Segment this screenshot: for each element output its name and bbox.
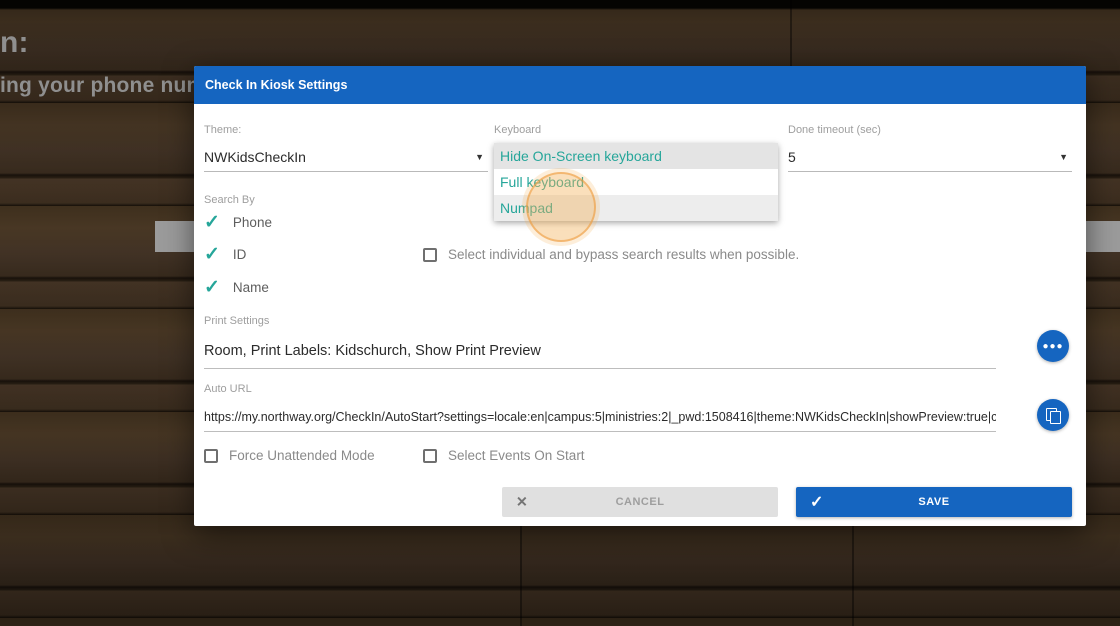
done-timeout-value: 5 (788, 148, 796, 165)
print-settings-row[interactable]: Room, Print Labels: Kidschurch, Show Pri… (204, 333, 996, 369)
print-settings-label: Print Settings (204, 315, 270, 327)
auto-url-value: https://my.northway.org/CheckIn/AutoStar… (204, 410, 996, 424)
keyboard-dropdown: Hide On-Screen keyboard Full keyboard Nu… (494, 143, 778, 221)
caret-down-icon: ▼ (475, 152, 484, 162)
done-timeout-label: Done timeout (sec) (788, 124, 881, 136)
cancel-button-label: CANCEL (615, 496, 665, 508)
auto-url-label: Auto URL (204, 383, 252, 395)
force-unattended-checkbox-row[interactable]: Force Unattended Mode (204, 448, 375, 463)
force-unattended-label: Force Unattended Mode (229, 448, 375, 463)
print-settings-more-button[interactable]: ●●● (1037, 330, 1069, 362)
copy-icon (1046, 407, 1061, 424)
keyboard-label: Keyboard (494, 124, 542, 136)
wood-seam (790, 0, 792, 66)
search-by-label: Search By (204, 194, 255, 206)
theme-label: Theme: (204, 124, 242, 136)
wood-seam (852, 526, 854, 626)
copy-url-button[interactable] (1037, 399, 1069, 431)
select-events-checkbox-row[interactable]: Select Events On Start (423, 448, 585, 463)
check-icon: ✓ (810, 494, 824, 511)
background-heading-fragment: n: (0, 26, 29, 59)
keyboard-option-full-keyboard[interactable]: Full keyboard (494, 169, 778, 195)
theme-select[interactable]: NWKidsCheckIn ▼ (204, 142, 488, 172)
cancel-button[interactable]: ✕ CANCEL (502, 487, 778, 517)
search-by-phone-label: Phone (232, 215, 272, 230)
bypass-search-checkbox[interactable] (423, 247, 437, 262)
caret-down-icon: ▼ (1059, 152, 1068, 162)
keyboard-option-hide-onscreen[interactable]: Hide On-Screen keyboard (494, 143, 778, 169)
print-settings-value: Room, Print Labels: Kidschurch, Show Pri… (204, 343, 541, 359)
close-icon: ✕ (516, 493, 529, 510)
check-icon: ✓ (204, 244, 220, 265)
save-button[interactable]: ✓ SAVE (796, 487, 1072, 517)
search-by-id[interactable]: ✓ ID (204, 245, 246, 264)
screen: n: ing your phone number Check In Kiosk … (0, 0, 1120, 626)
search-by-name[interactable]: ✓ Name (204, 278, 269, 297)
wood-seam (520, 526, 522, 626)
theme-value: NWKidsCheckIn (204, 148, 306, 165)
check-icon: ✓ (204, 277, 220, 298)
more-icon: ●●● (1042, 340, 1064, 352)
save-button-label: SAVE (918, 496, 950, 508)
auto-url-row: https://my.northway.org/CheckIn/AutoStar… (204, 402, 996, 432)
search-by-phone[interactable]: ✓ Phone (204, 213, 272, 232)
checkin-kiosk-settings-dialog: Check In Kiosk Settings Theme: NWKidsChe… (194, 66, 1086, 526)
bypass-search-label: Select individual and bypass search resu… (448, 247, 800, 262)
select-events-checkbox[interactable] (423, 448, 437, 463)
bypass-search-checkbox-row[interactable]: Select individual and bypass search resu… (423, 247, 799, 262)
check-icon: ✓ (204, 212, 220, 233)
force-unattended-checkbox[interactable] (204, 448, 218, 463)
search-by-name-label: Name (232, 280, 269, 295)
keyboard-option-numpad[interactable]: Numpad (494, 195, 778, 221)
select-events-label: Select Events On Start (448, 448, 585, 463)
done-timeout-select[interactable]: 5 ▼ (788, 142, 1072, 172)
search-by-id-label: ID (232, 247, 247, 262)
dialog-title: Check In Kiosk Settings (194, 66, 1086, 104)
